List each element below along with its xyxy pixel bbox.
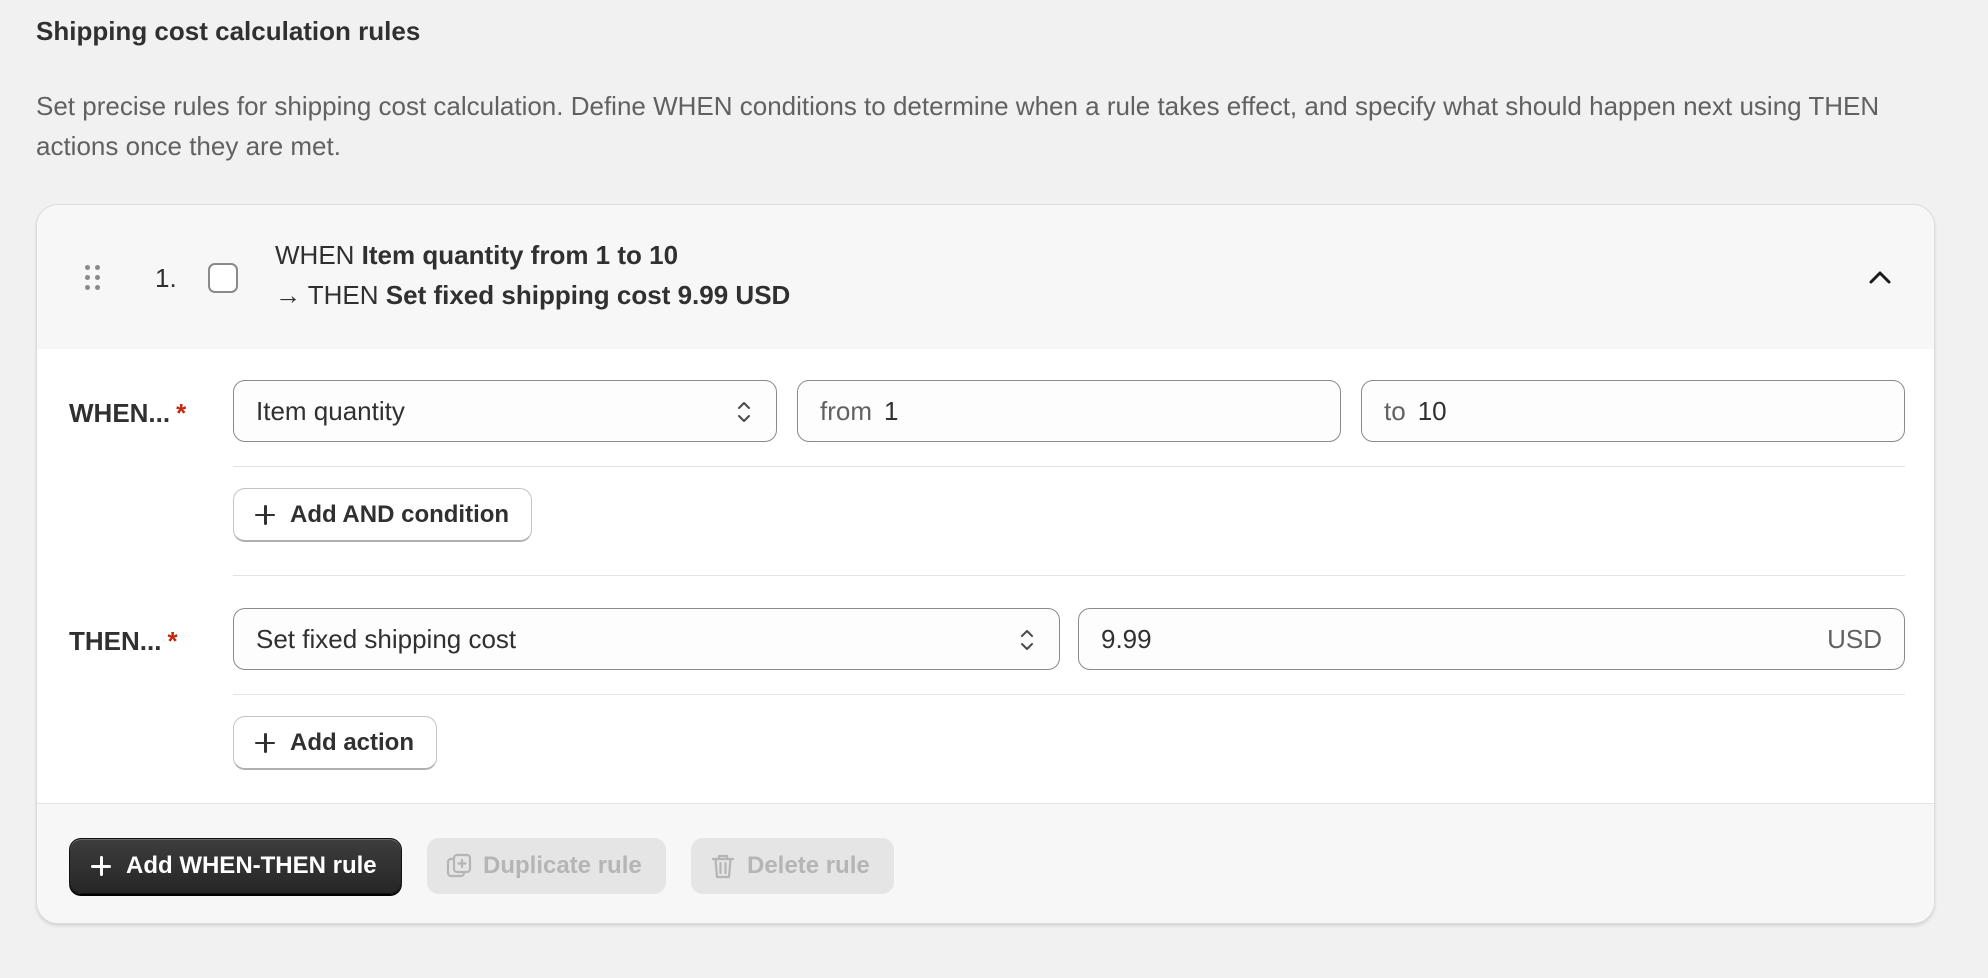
from-value: 1	[884, 395, 899, 426]
to-value: 10	[1417, 395, 1447, 426]
add-action-label: Add action	[290, 728, 414, 756]
condition-field-select[interactable]: Item quantity	[233, 380, 777, 442]
summary-then-keyword: THEN	[307, 280, 379, 310]
condition-from-input[interactable]: from 1	[797, 380, 1341, 442]
rule-header[interactable]: 1. WHEN Item quantity from 1 to 10 → THE…	[37, 205, 1934, 349]
add-and-condition-label: Add AND condition	[290, 500, 510, 528]
action-type-select[interactable]: Set fixed shipping cost	[233, 608, 1060, 670]
then-divider	[233, 694, 1905, 695]
select-arrows-icon	[738, 402, 750, 422]
then-label-text: THEN...	[69, 626, 162, 656]
duplicate-rule-label: Duplicate rule	[483, 852, 642, 879]
rule-card: 1. WHEN Item quantity from 1 to 10 → THE…	[36, 204, 1935, 924]
from-prefix: from	[820, 395, 872, 426]
action-type-value: Set fixed shipping cost	[256, 623, 517, 654]
delete-rule-button[interactable]: Delete rule	[691, 838, 894, 894]
rule-checkbox[interactable]	[208, 263, 238, 293]
then-label: THEN... *	[69, 626, 178, 657]
page: Shipping cost calculation rules Set prec…	[0, 0, 1988, 978]
page-title: Shipping cost calculation rules	[36, 16, 421, 46]
rule-footer: Add WHEN-THEN rule Duplicate rule Delete…	[37, 803, 1934, 923]
trash-icon	[711, 854, 735, 879]
add-and-condition-button[interactable]: Add AND condition	[233, 488, 533, 542]
plus-icon	[254, 504, 276, 526]
summary-arrow: →	[275, 280, 301, 310]
plus-icon	[254, 732, 276, 754]
then-required-mark: *	[167, 626, 178, 656]
summary-then-text: Set fixed shipping cost 9.99 USD	[385, 280, 791, 310]
add-rule-label: Add WHEN-THEN rule	[126, 852, 377, 879]
to-prefix: to	[1384, 395, 1406, 426]
page-description: Set precise rules for shipping cost calc…	[36, 91, 1880, 161]
section-divider	[233, 575, 1905, 576]
when-label-text: WHEN...	[69, 398, 171, 428]
when-label: WHEN... *	[69, 398, 186, 429]
rule-index: 1.	[155, 263, 177, 293]
plus-icon	[90, 855, 112, 877]
shipping-cost-input[interactable]: 9.99 USD	[1078, 608, 1905, 670]
select-arrows-icon	[1021, 630, 1033, 650]
add-when-then-rule-button[interactable]: Add WHEN-THEN rule	[69, 838, 402, 894]
delete-rule-label: Delete rule	[747, 852, 870, 879]
rule-summary: WHEN Item quantity from 1 to 10 → THEN S…	[275, 235, 790, 315]
duplicate-icon	[446, 853, 472, 878]
shipping-cost-value: 9.99	[1101, 623, 1152, 654]
when-required-mark: *	[176, 398, 187, 428]
add-action-button[interactable]: Add action	[233, 716, 437, 770]
when-divider	[233, 466, 1905, 467]
drag-handle-icon[interactable]	[85, 265, 103, 291]
condition-field-value: Item quantity	[256, 395, 405, 426]
summary-when-keyword: WHEN	[275, 240, 355, 270]
duplicate-rule-button[interactable]: Duplicate rule	[427, 838, 666, 894]
currency-suffix: USD	[1827, 623, 1882, 654]
chevron-up-icon[interactable]	[1864, 261, 1896, 293]
condition-to-input[interactable]: to 10	[1361, 380, 1905, 442]
summary-when-text: Item quantity from 1 to 10	[361, 240, 679, 270]
